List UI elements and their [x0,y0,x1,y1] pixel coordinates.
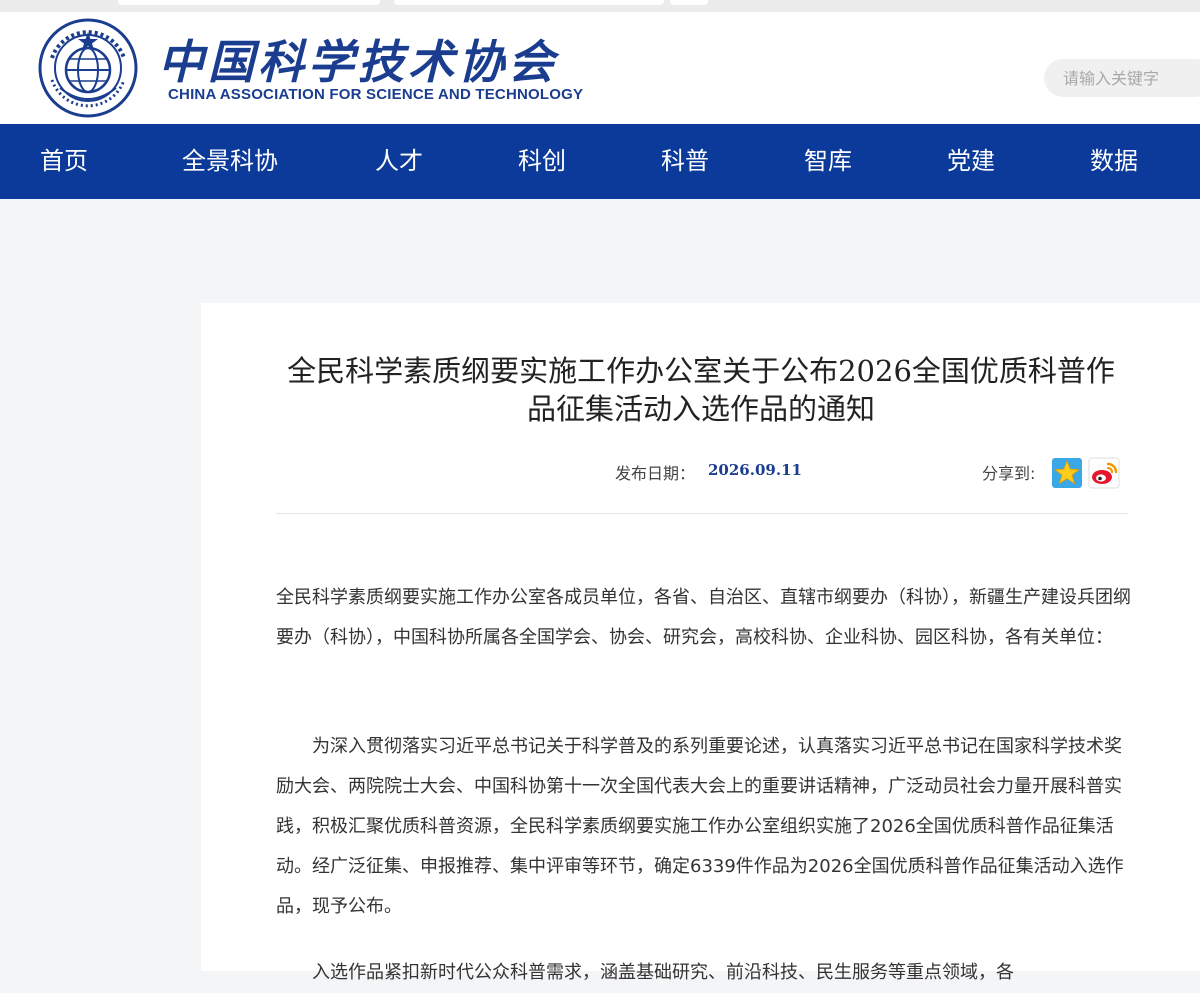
weibo-icon[interactable] [1088,457,1120,489]
logo-english-name[interactable]: CHINA ASSOCIATION FOR SCIENCE AND TECHNO… [168,86,583,103]
main-nav: 首页 全景科协 人才 科创 科普 智库 党建 数据 [0,124,1200,199]
meta-divider [276,513,1128,514]
nav-item-popular-science[interactable]: 科普 [661,124,709,199]
top-strip-segment [118,0,380,5]
cast-emblem-icon[interactable] [38,18,138,118]
top-strip-segment [394,0,664,5]
nav-item-home[interactable]: 首页 [40,124,88,199]
article-title-line: 品征集活动入选作品的通知 [526,392,875,426]
search-input[interactable] [1044,59,1200,97]
browser-top-strip [0,0,1200,12]
publish-date-label: 发布日期： [615,464,696,483]
article-title: 全民科学素质纲要实施工作办公室关于公布2026全国优质科普作 品征集活动入选作品… [274,352,1128,428]
nav-item-data[interactable]: 数据 [1090,124,1138,199]
nav-item-panorama[interactable]: 全景科协 [182,124,278,199]
logo-chinese-name[interactable]: 中国科学技术协会 [158,26,558,92]
article-title-line: 全民科学素质纲要实施工作办公室关于公布2026全国优质科普作 [287,354,1115,388]
qzone-star-icon[interactable] [1051,457,1083,489]
top-strip-segment [670,0,708,5]
publish-date-value: 2026.09.11 [708,461,802,479]
nav-item-talent[interactable]: 人才 [375,124,423,199]
article-paragraph: 入选作品紧扣新时代公众科普需求，涵盖基础研究、前沿科技、民生服务等重点领域，各 [312,962,1014,983]
article-paragraph: 为深入贯彻落实习近平总书记关于科学普及的系列重要论述，认真落实习近平总书记在国家… [276,736,1124,917]
share-label: 分享到: [982,464,1036,483]
article-paragraph: 全民科学素质纲要实施工作办公室各成员单位，各省、自治区、直辖市纲要办（科协），新… [276,587,1131,648]
site-header: 中国科学技术协会 CHINA ASSOCIATION FOR SCIENCE A… [0,12,1200,124]
nav-item-party[interactable]: 党建 [947,124,995,199]
nav-item-think-tank[interactable]: 智库 [804,124,852,199]
nav-item-innovation[interactable]: 科创 [518,124,566,199]
